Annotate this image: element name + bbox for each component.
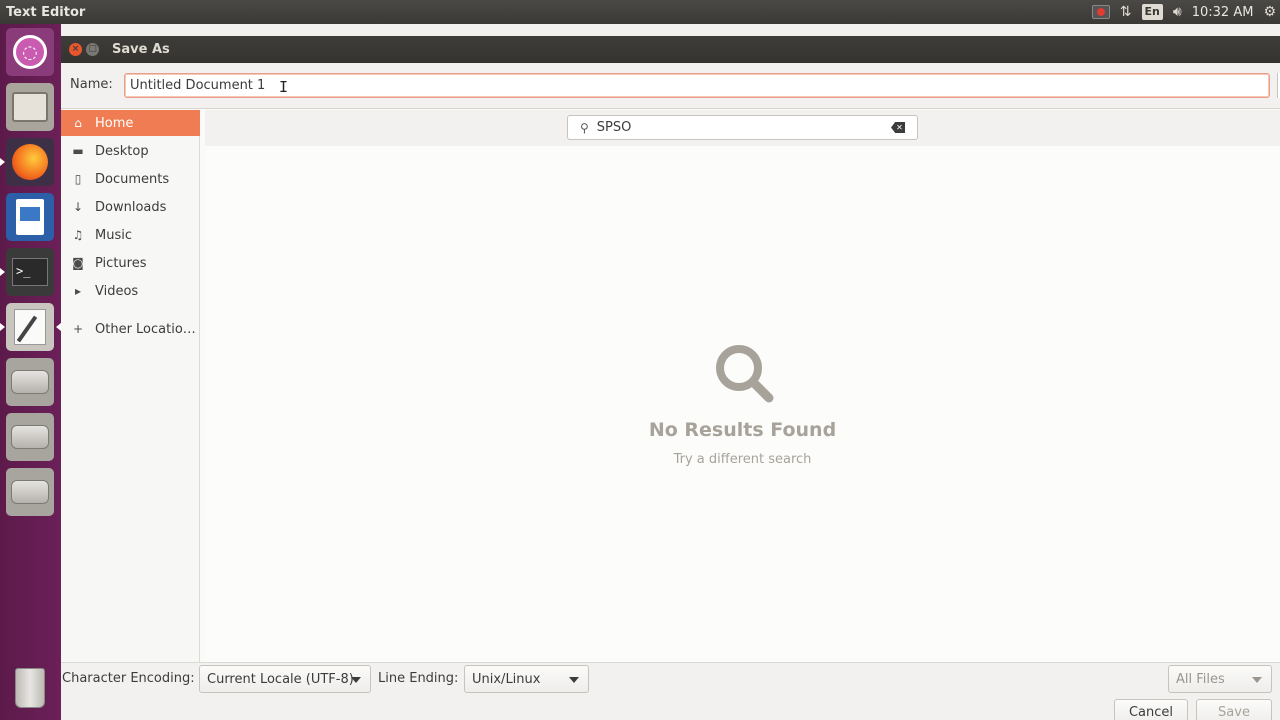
running-indicator — [0, 323, 5, 331]
active-app-title: Text Editor — [6, 4, 86, 20]
trash-icon[interactable] — [6, 664, 54, 712]
chevron-down-icon — [1252, 677, 1262, 683]
sidebar-item-pictures[interactable]: ◙ Pictures — [61, 250, 200, 276]
drive-icon[interactable] — [6, 358, 54, 406]
volume-icon[interactable]: 🔊︎ — [1173, 0, 1182, 24]
sidebar-item-label: Documents — [95, 171, 170, 187]
sidebar-item-other-locations[interactable]: + Other Locatio… — [61, 316, 200, 342]
search-query: SPSO — [596, 120, 632, 135]
running-indicator — [0, 268, 5, 276]
document-icon: ▯ — [74, 172, 82, 186]
writer-icon[interactable] — [6, 193, 54, 241]
sidebar-item-label: Downloads — [95, 199, 167, 215]
home-icon: ⌂ — [74, 116, 82, 130]
plus-icon: + — [72, 322, 84, 336]
sidebar-item-home[interactable]: ⌂ Home — [61, 110, 200, 136]
sidebar-item-label: Videos — [95, 283, 139, 299]
folder-icon: ▬ — [72, 144, 84, 158]
sidebar-item-label: Other Locatio… — [95, 321, 196, 337]
magnifier-icon — [716, 345, 774, 403]
firefox-icon[interactable] — [6, 138, 54, 186]
top-panel: Text Editor ⇅ En 🔊︎ 10:32 AM ⚙ — [0, 0, 1280, 24]
sidebar-item-documents[interactable]: ▯ Documents — [61, 166, 200, 192]
minimize-icon[interactable]: □ — [86, 43, 99, 56]
clear-search-icon[interactable]: ✕ — [891, 122, 905, 133]
sidebar-item-label: Desktop — [95, 143, 149, 159]
drive-icon[interactable] — [6, 468, 54, 516]
line-ending-value: Unix/Linux — [472, 671, 541, 687]
drive-icon[interactable] — [6, 413, 54, 461]
search-input[interactable]: ⚲ SPSO ✕ — [567, 115, 918, 140]
filename-input[interactable] — [124, 73, 1270, 98]
download-icon: ↓ — [72, 200, 84, 214]
video-icon: ▸ — [74, 284, 82, 298]
sidebar-item-desktop[interactable]: ▬ Desktop — [61, 138, 200, 164]
text-editor-icon[interactable] — [6, 303, 54, 351]
name-label: Name: — [70, 77, 113, 92]
files-icon[interactable] — [6, 83, 54, 131]
search-bar: ⚲ SPSO ✕ — [205, 110, 1280, 146]
clock[interactable]: 10:32 AM — [1192, 5, 1254, 20]
network-transfer-icon[interactable]: ⇅ — [1120, 0, 1132, 24]
screen-record-icon[interactable] — [1091, 0, 1110, 24]
sidebar-item-label: Home — [95, 115, 134, 131]
music-icon: ♫ — [72, 228, 84, 242]
gear-icon[interactable]: ⚙ — [1263, 0, 1276, 24]
results-area: No Results Found Try a different search — [205, 146, 1280, 662]
no-results-title: No Results Found — [648, 419, 837, 441]
dialog-titlebar[interactable]: × □ Save As — [61, 36, 1280, 63]
encoding-value: Current Locale (UTF-8) — [207, 671, 354, 687]
dialog-footer: Character Encoding: Current Locale (UTF-… — [61, 662, 1280, 720]
keyboard-layout-indicator[interactable]: En — [1141, 0, 1163, 24]
text-cursor-icon: I — [279, 78, 289, 96]
cancel-button[interactable]: Cancel — [1114, 699, 1188, 720]
sidebar-item-downloads[interactable]: ↓ Downloads — [61, 194, 200, 220]
save-as-dialog: × □ Save As Name: I ⌂ Home ▬ Desktop ▯ D… — [61, 36, 1280, 720]
sidebar-item-music[interactable]: ♫ Music — [61, 222, 200, 248]
save-button[interactable]: Save — [1196, 699, 1272, 720]
chevron-down-icon — [569, 677, 579, 683]
file-filter-select[interactable]: All Files — [1168, 665, 1272, 693]
places-sidebar: ⌂ Home ▬ Desktop ▯ Documents ↓ Downloads… — [61, 110, 200, 662]
ubuntu-dash-icon[interactable]: ◌ — [6, 28, 54, 76]
encoding-label: Character Encoding: — [62, 671, 195, 686]
sidebar-item-videos[interactable]: ▸ Videos — [61, 278, 200, 304]
launcher: ◌ >_ — [0, 24, 61, 720]
name-row: Name: I — [61, 63, 1280, 109]
dialog-title: Save As — [112, 42, 170, 57]
running-indicator — [0, 158, 5, 166]
line-ending-select[interactable]: Unix/Linux — [464, 665, 589, 693]
indicator-area: ⇅ En 🔊︎ 10:32 AM ⚙ — [1091, 0, 1280, 24]
search-icon: ⚲ — [580, 120, 589, 135]
terminal-icon[interactable]: >_ — [6, 248, 54, 296]
chevron-down-icon — [351, 677, 361, 683]
line-ending-label: Line Ending: — [378, 671, 459, 686]
camera-icon: ◙ — [72, 256, 84, 270]
sidebar-item-label: Pictures — [95, 255, 147, 271]
close-icon[interactable]: × — [69, 43, 82, 56]
no-results-subtitle: Try a different search — [673, 452, 812, 467]
file-filter-value: All Files — [1176, 671, 1225, 687]
sidebar-item-label: Music — [95, 227, 132, 243]
encoding-select[interactable]: Current Locale (UTF-8) — [199, 665, 371, 693]
